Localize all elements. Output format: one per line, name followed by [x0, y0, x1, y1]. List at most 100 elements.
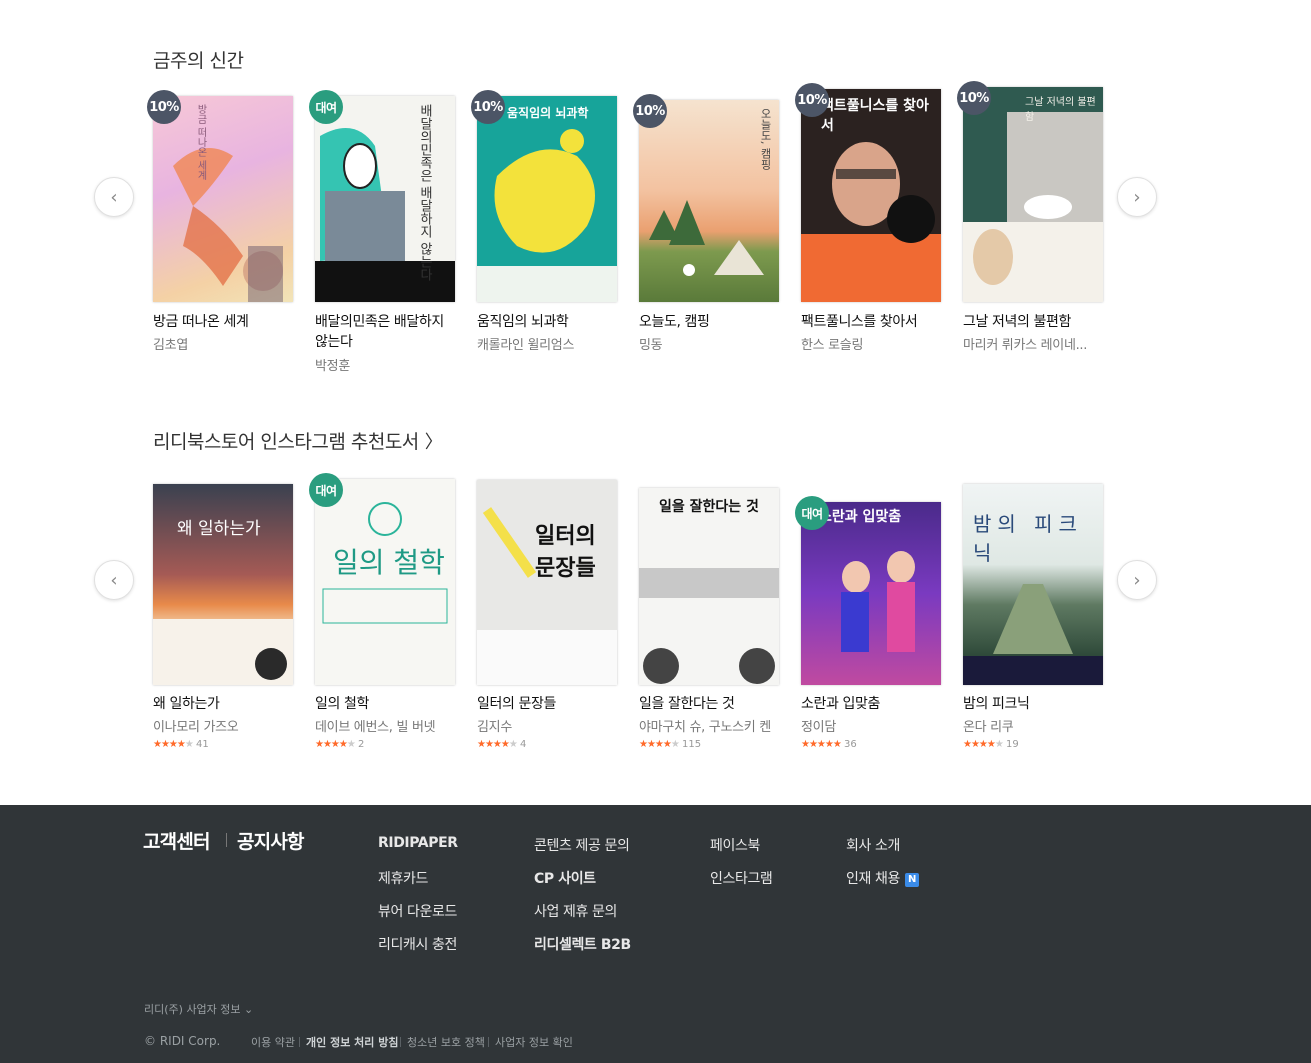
book-title[interactable]: 움직임의 뇌과학	[477, 312, 622, 332]
site-footer: 고객센터 공지사항 RIDIPAPER 제휴카드 뷰어 다운로드 리디캐시 충전…	[0, 805, 1311, 1063]
copyright: © RIDI Corp.	[144, 1034, 221, 1048]
cover-title: 방금 떠나온 세계	[195, 104, 206, 181]
viewer-download-link[interactable]: 뷰어 다운로드	[378, 901, 457, 921]
book-title[interactable]: 방금 떠나온 세계	[153, 312, 298, 332]
prev-arrow-icon[interactable]: ‹	[94, 560, 134, 600]
book-author[interactable]: 이나모리 가즈오	[153, 716, 298, 735]
business-partnership-link[interactable]: 사업 제휴 문의	[534, 901, 617, 921]
book-cover[interactable]: 그날 저녁의 불편함	[963, 87, 1103, 302]
facebook-link[interactable]: 페이스북	[710, 835, 760, 855]
book-title[interactable]: 일의 철학	[315, 694, 460, 714]
book-author[interactable]: 야마구치 슈, 구노스키 켄	[639, 716, 784, 735]
book-cover[interactable]: 움직임의 뇌과학	[477, 96, 617, 302]
footer-divider	[488, 1037, 489, 1047]
book-author[interactable]: 정이담	[801, 716, 946, 735]
book-author[interactable]: 캐롤라인 윌리엄스	[477, 334, 622, 353]
ridicash-charge-link[interactable]: 리디캐시 충전	[378, 934, 457, 954]
cover-title: 팩트풀니스를 찾아서	[821, 98, 929, 134]
review-count: 41	[196, 739, 209, 750]
next-arrow-icon[interactable]: ›	[1117, 177, 1157, 217]
book-author[interactable]: 마리커 뤼카스 레이네...	[963, 334, 1108, 353]
recruit-link[interactable]: 인재 채용 N	[846, 868, 919, 888]
book-cover[interactable]: 밤의 피크닉	[963, 484, 1103, 685]
cover-art-couple-icon	[841, 551, 915, 652]
book-author[interactable]: 데이브 에번스, 빌 버넷	[315, 716, 460, 735]
cover-title: 움직임의 뇌과학	[507, 106, 589, 120]
star-rating-icon: ★★★★★	[153, 739, 194, 750]
book-cover[interactable]: 일의 철학	[315, 479, 455, 685]
book-cover[interactable]: 일을 잘한다는 것	[639, 488, 779, 685]
cover-title: 일을 잘한다는 것	[659, 499, 759, 515]
next-arrow-icon[interactable]: ›	[1117, 560, 1157, 600]
book-author[interactable]: 김지수	[477, 716, 622, 735]
book-cover[interactable]: 배달의민족은 배달하지 않는다	[315, 96, 455, 302]
star-rating-icon: ★★★★★	[315, 739, 356, 750]
book-cover[interactable]: 팩트풀니스를 찾아서	[801, 89, 941, 302]
book-author[interactable]: 김초엽	[153, 334, 298, 353]
notice-link[interactable]: 공지사항	[237, 827, 305, 854]
book-title[interactable]: 그날 저녁의 불편함	[963, 312, 1108, 332]
book-title[interactable]: 소란과 입맞춤	[801, 694, 946, 714]
content-inquiry-link[interactable]: 콘텐츠 제공 문의	[534, 835, 630, 855]
company-intro-link[interactable]: 회사 소개	[846, 835, 900, 855]
book-cover[interactable]: 방금 떠나온 세계	[153, 96, 293, 302]
cover-title: 오늘도, 캠핑	[759, 108, 772, 170]
discount-badge: 10%	[957, 81, 991, 115]
rating: ★★★★★ 2	[315, 739, 364, 750]
review-count: 19	[1006, 739, 1019, 750]
book-author[interactable]: 박정훈	[315, 355, 460, 374]
book-cover[interactable]: 소란과 입맞춤	[801, 502, 941, 685]
review-count: 36	[844, 739, 857, 750]
book-title[interactable]: 일터의 문장들	[477, 694, 622, 714]
book-title[interactable]: 일을 잘한다는 것	[639, 694, 784, 714]
discount-badge: 10%	[795, 83, 829, 117]
book-cover[interactable]: 일터의 문장들	[477, 480, 617, 685]
customer-center-link[interactable]: 고객센터	[143, 827, 211, 854]
review-count: 2	[358, 739, 365, 750]
prev-arrow-icon[interactable]: ‹	[94, 177, 134, 217]
cover-art-sense-icon	[639, 568, 779, 684]
business-info-toggle[interactable]: 리디(주) 사업자 정보 ⌄	[144, 1001, 253, 1017]
cp-site-link[interactable]: CP 사이트	[534, 868, 596, 888]
book-title[interactable]: 왜 일하는가	[153, 694, 298, 714]
book-title[interactable]: 밤의 피크닉	[963, 694, 1108, 714]
business-verify-link[interactable]: 사업자 정보 확인	[495, 1034, 573, 1050]
ridiselect-b2b-link[interactable]: 리디셀렉트 B2B	[534, 934, 631, 954]
cover-title: 일의 철학	[333, 546, 445, 579]
book-author[interactable]: 밍동	[639, 334, 784, 353]
section-title-instagram[interactable]: 리디북스토어 인스타그램 추천도서 〉	[153, 427, 443, 454]
footer-divider	[226, 833, 227, 847]
discount-badge: 10%	[633, 94, 667, 128]
section-title-new-books: 금주의 신간	[153, 50, 244, 72]
book-author[interactable]: 온다 리쿠	[963, 716, 1108, 735]
privacy-policy-link[interactable]: 개인 정보 처리 방침	[306, 1034, 398, 1050]
cover-title: 일터의 문장들	[535, 523, 596, 581]
chevron-right-icon[interactable]: 〉	[425, 428, 443, 454]
cover-title: 소란과 입맞춤	[819, 509, 902, 525]
cover-art-rider-icon	[315, 128, 455, 302]
book-title[interactable]: 오늘도, 캠핑	[639, 312, 784, 332]
recruit-label[interactable]: 인재 채용	[846, 871, 900, 887]
book-title[interactable]: 팩트풀니스를 찾아서	[801, 312, 946, 332]
rating: ★★★★★ 19	[963, 739, 1019, 750]
youth-protection-link[interactable]: 청소년 보호 정책	[407, 1034, 485, 1050]
rating: ★★★★★ 115	[639, 739, 701, 750]
instagram-link[interactable]: 인스타그램	[710, 868, 773, 888]
partner-card-link[interactable]: 제휴카드	[378, 868, 428, 888]
book-author[interactable]: 한스 로슬링	[801, 334, 946, 353]
cover-title: 배달의민족은 배달하지 않는다	[417, 104, 432, 282]
review-count: 4	[520, 739, 527, 750]
book-cover[interactable]: 왜 일하는가	[153, 484, 293, 685]
book-title[interactable]: 배달의민족은 배달하지 않는다	[315, 312, 460, 352]
book-cover[interactable]: 오늘도, 캠핑	[639, 100, 779, 302]
rent-badge: 대여	[309, 90, 343, 124]
terms-link[interactable]: 이용 약관	[251, 1034, 295, 1050]
rating: ★★★★★ 36	[801, 739, 857, 750]
ridipaper-link[interactable]: RIDIPAPER	[378, 835, 458, 851]
star-rating-icon: ★★★★★	[963, 739, 1004, 750]
footer-divider	[400, 1037, 401, 1047]
cover-title: 그날 저녁의 불편함	[1025, 97, 1096, 123]
star-rating-icon: ★★★★★	[477, 739, 518, 750]
section-title-text[interactable]: 리디북스토어 인스타그램 추천도서	[153, 431, 419, 453]
cover-art-hands-icon	[173, 148, 283, 302]
